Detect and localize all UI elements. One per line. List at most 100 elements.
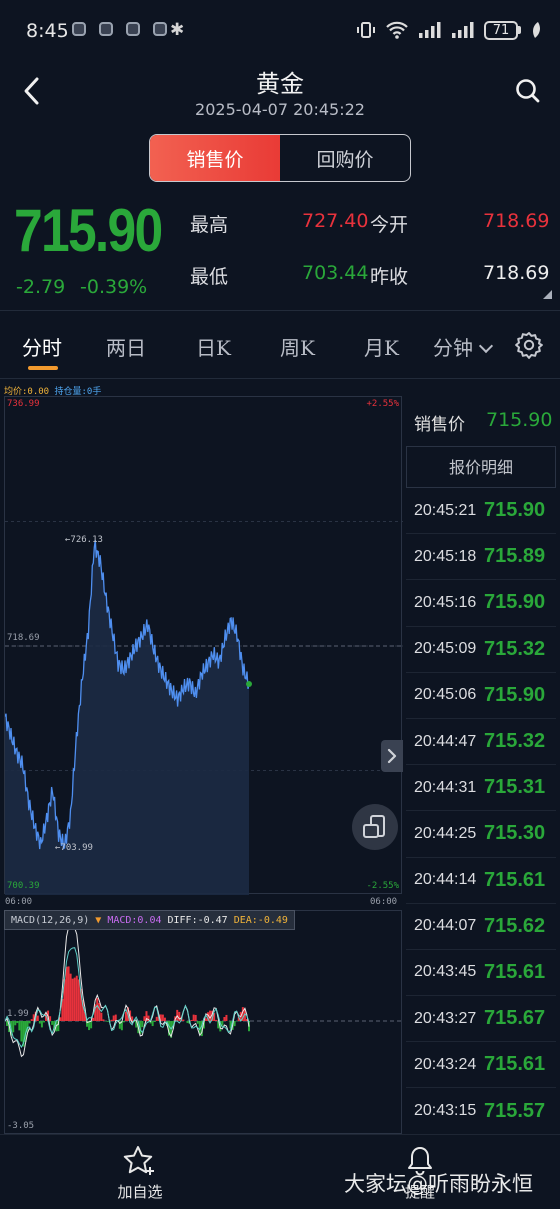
sell-price-label: 销售价: [414, 415, 465, 435]
tick-price: 715.90: [484, 591, 546, 614]
status-bar: 8:45 ✱ 71: [0, 0, 560, 64]
quote-timestamp: 2025-04-07 20:45:22: [195, 100, 365, 119]
tick-price: 715.90: [484, 683, 546, 706]
notification-icons: [72, 22, 167, 36]
rotate-screen-icon: [363, 815, 385, 838]
system-status: 71: [356, 20, 542, 40]
star-plus-icon: [123, 1146, 154, 1175]
high-marker: ←726.13: [65, 535, 103, 545]
list-item: 20:44:14 715.61: [406, 858, 556, 904]
tab-intraday[interactable]: 分时: [22, 332, 62, 361]
tick-time: 20:44:07: [414, 917, 477, 935]
tab-minute[interactable]: 分钟: [433, 332, 494, 361]
leaf-icon: [533, 22, 540, 38]
macd-zero-label: 1.99: [7, 1009, 29, 1019]
intraday-chart-svg: [5, 521, 403, 895]
tab-two-day[interactable]: 两日: [106, 332, 146, 361]
watermark-text: 大家坛@听雨盼永恒: [344, 1172, 533, 1196]
tick-price: 715.90: [484, 499, 546, 522]
tick-price: 715.89: [484, 545, 546, 568]
active-tab-indicator: [28, 366, 58, 370]
wifi-icon: [386, 21, 408, 39]
dropdown-triangle-icon: ▼: [95, 914, 102, 926]
bluetooth-icon: ✱: [170, 20, 185, 40]
tick-price: 715.61: [484, 1053, 546, 1076]
chevron-right-icon: [387, 748, 397, 764]
list-item: 20:43:24 715.61: [406, 1042, 556, 1089]
tick-time: 20:44:25: [414, 824, 477, 842]
list-item: 20:43:15 715.57: [406, 1088, 556, 1135]
high-label: 最高: [190, 214, 229, 236]
list-item: 20:45:21 715.90: [406, 488, 556, 535]
vibrate-icon: [357, 22, 375, 38]
tick-time: 20:45:18: [414, 547, 477, 565]
add-watchlist-label: 加自选: [117, 1183, 163, 1201]
tick-time: 20:43:24: [414, 1055, 477, 1073]
intraday-chart[interactable]: 736.99 +2.55% 718.69 700.39 -2.55% ←726.…: [4, 396, 403, 895]
app-notification-icon: [99, 22, 113, 36]
tick-time: 20:45:16: [414, 593, 477, 611]
search-icon[interactable]: [514, 76, 542, 106]
sell-price-tab[interactable]: 销售价: [150, 135, 280, 181]
list-item: 20:44:07 715.62: [406, 904, 556, 950]
tab-minute-label: 分钟: [433, 336, 473, 360]
prev-close-label: 昨收: [370, 266, 409, 288]
tick-price: 715.61: [484, 868, 546, 891]
y-axis-max-pct: +2.55%: [366, 399, 399, 409]
tick-price: 715.31: [484, 776, 546, 799]
macd-min-label: -3.05: [7, 1121, 35, 1131]
list-item: 20:44:25 715.30: [406, 811, 556, 858]
list-item: 20:44:31 715.31: [406, 765, 556, 812]
dea-value: DEA:-0.49: [233, 914, 288, 926]
tick-price: 715.61: [484, 960, 546, 983]
tick-price: 715.62: [484, 914, 546, 937]
macd-param-label: MACD(12,26,9): [11, 914, 90, 926]
list-item: 20:45:09 715.32: [406, 627, 556, 673]
app-notification-icon: [72, 22, 86, 36]
price-type-toggle: 销售价 回购价: [149, 134, 411, 182]
price-change-percent: -0.39%: [80, 276, 148, 298]
open-label: 今开: [370, 214, 409, 236]
tick-time: 20:43:15: [414, 1102, 477, 1120]
x-axis-end: 06:00: [370, 897, 398, 907]
battery-level: 71: [484, 20, 518, 40]
list-item: 20:43:27 715.67: [406, 996, 556, 1043]
last-price-dot: [246, 680, 252, 687]
tab-monthly-k[interactable]: 月K: [364, 332, 399, 361]
tab-daily-k[interactable]: 日K: [196, 332, 231, 361]
battery-icon: 71: [484, 20, 521, 40]
macd-legend[interactable]: MACD(12,26,9) ▼ MACD:0.04 DIFF:-0.47 DEA…: [4, 910, 295, 930]
y-axis-max: 736.99: [7, 399, 40, 409]
list-item: 20:45:18 715.89: [406, 534, 556, 581]
list-item: 20:45:06 715.90: [406, 673, 556, 719]
chart-period-tabs: 分时 两日 日K 周K 月K 分钟: [0, 322, 510, 372]
current-price: 715.90: [14, 197, 163, 264]
tick-price: 715.57: [484, 1099, 546, 1122]
list-item: 20:45:16 715.90: [406, 580, 556, 627]
add-watchlist-button[interactable]: 加自选: [110, 1145, 170, 1202]
high-value: 727.40: [302, 210, 369, 232]
low-value: 703.44: [302, 262, 369, 284]
macd-chart-svg: [5, 926, 403, 1058]
list-item: 20:44:47 715.32: [406, 719, 556, 766]
open-value: 718.69: [483, 210, 550, 232]
quote-detail-header: 报价明细: [406, 446, 556, 488]
expand-panel-button[interactable]: [381, 740, 403, 772]
tick-price: 715.30: [484, 822, 546, 845]
page-title: 黄金: [256, 70, 304, 98]
x-axis-start: 06:00: [5, 897, 33, 907]
buyback-price-tab[interactable]: 回购价: [280, 135, 410, 181]
expand-corner-icon[interactable]: [543, 290, 552, 299]
tab-weekly-k[interactable]: 周K: [280, 332, 315, 361]
divider: [0, 378, 560, 379]
y-axis-mid: 718.69: [7, 633, 40, 643]
gear-icon[interactable]: [514, 330, 544, 360]
macd-chart[interactable]: 1.99 -3.05: [4, 910, 403, 1134]
divider: [0, 310, 560, 311]
app-notification-icon: [126, 22, 140, 36]
quote-detail-list[interactable]: 20:45:21 715.90 20:45:18 715.89 20:45:16 715.…: [406, 488, 556, 1135]
rotate-screen-button[interactable]: [352, 804, 398, 850]
price-change: -2.79: [16, 276, 66, 298]
signal-icon: [419, 22, 441, 38]
low-marker: ←703.99: [55, 843, 93, 853]
